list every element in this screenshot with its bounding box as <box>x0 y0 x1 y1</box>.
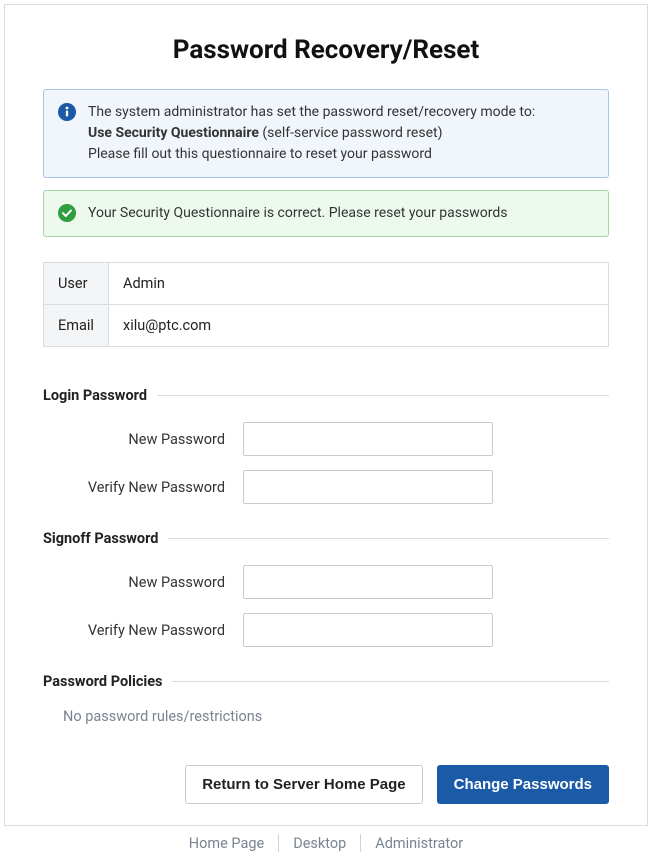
success-icon <box>58 204 76 222</box>
login-password-section: Login Password New Password Verify New P… <box>43 387 609 504</box>
footer-admin-link[interactable]: Administrator <box>361 835 477 852</box>
user-label-cell: User <box>44 263 109 305</box>
login-verify-row: Verify New Password <box>43 470 609 504</box>
table-row: User Admin <box>44 263 609 305</box>
info-bold: Use Security Questionnaire <box>88 125 259 141</box>
divider <box>172 681 609 682</box>
info-icon <box>58 103 76 121</box>
table-row: Email xilu@ptc.com <box>44 305 609 347</box>
login-new-row: New Password <box>43 422 609 456</box>
footer-home-link[interactable]: Home Page <box>175 835 278 852</box>
info-after-bold: (self-service password reset) <box>259 125 443 141</box>
info-line2: Use Security Questionnaire (self-service… <box>88 123 535 144</box>
footer-links: Home Page Desktop Administrator <box>43 834 609 852</box>
login-new-label: New Password <box>43 431 243 448</box>
signoff-verify-label: Verify New Password <box>43 622 243 639</box>
email-label-cell: Email <box>44 305 109 347</box>
info-alert-body: The system administrator has set the pas… <box>88 102 535 165</box>
signoff-legend: Signoff Password <box>43 530 609 547</box>
signoff-legend-text: Signoff Password <box>43 530 158 547</box>
signoff-new-label: New Password <box>43 574 243 591</box>
login-new-password-input[interactable] <box>243 422 493 456</box>
main-container: Password Recovery/Reset The system admin… <box>4 4 648 826</box>
policies-legend-text: Password Policies <box>43 673 162 690</box>
signoff-password-section: Signoff Password New Password Verify New… <box>43 530 609 647</box>
policies-text: No password rules/restrictions <box>63 708 609 725</box>
success-alert: Your Security Questionnaire is correct. … <box>43 190 609 237</box>
info-alert: The system administrator has set the pas… <box>43 89 609 178</box>
page-title: Password Recovery/Reset <box>43 35 609 65</box>
user-info-table: User Admin Email xilu@ptc.com <box>43 262 609 347</box>
user-value-cell: Admin <box>109 263 609 305</box>
signoff-new-row: New Password <box>43 565 609 599</box>
divider <box>157 395 609 396</box>
return-home-button[interactable]: Return to Server Home Page <box>185 765 422 804</box>
signoff-new-password-input[interactable] <box>243 565 493 599</box>
login-verify-label: Verify New Password <box>43 479 243 496</box>
login-legend-text: Login Password <box>43 387 147 404</box>
info-line3: Please fill out this questionnaire to re… <box>88 144 535 165</box>
info-line1: The system administrator has set the pas… <box>88 102 535 123</box>
login-legend: Login Password <box>43 387 609 404</box>
policies-legend: Password Policies <box>43 673 609 690</box>
signoff-verify-password-input[interactable] <box>243 613 493 647</box>
login-verify-password-input[interactable] <box>243 470 493 504</box>
button-row: Return to Server Home Page Change Passwo… <box>43 765 609 804</box>
signoff-verify-row: Verify New Password <box>43 613 609 647</box>
footer-desktop-link[interactable]: Desktop <box>279 835 360 852</box>
success-alert-body: Your Security Questionnaire is correct. … <box>88 203 507 224</box>
email-value-cell: xilu@ptc.com <box>109 305 609 347</box>
divider <box>168 538 609 539</box>
password-policies-section: Password Policies No password rules/rest… <box>43 673 609 725</box>
change-passwords-button[interactable]: Change Passwords <box>437 765 609 804</box>
